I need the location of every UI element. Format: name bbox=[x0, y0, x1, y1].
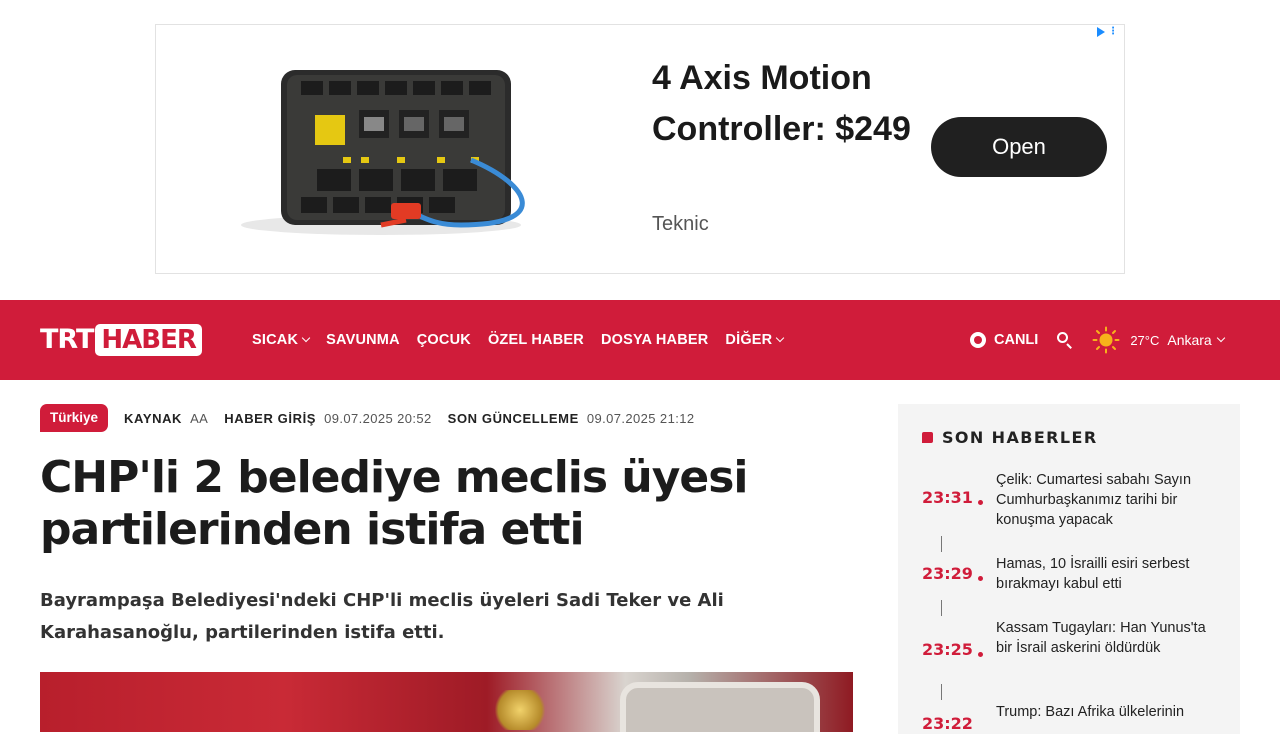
ad-product-image[interactable] bbox=[231, 65, 541, 240]
timeline-divider bbox=[941, 684, 942, 700]
chevron-down-icon bbox=[301, 333, 311, 343]
news-item[interactable]: 23:29 Hamas, 10 İsrailli esiri serbest b… bbox=[922, 554, 1222, 594]
live-label: CANLI bbox=[994, 332, 1039, 348]
live-dot-icon bbox=[970, 332, 986, 348]
latest-news-title: SON HABERLER bbox=[922, 428, 1098, 447]
news-dot-icon bbox=[978, 576, 983, 581]
search-icon[interactable] bbox=[1056, 331, 1074, 349]
ad-area: ⋮ 4 Axis Motion Controller: $249 Teknic … bbox=[0, 0, 1280, 300]
bullet-icon bbox=[922, 432, 933, 443]
news-headline[interactable]: Trump: Bazı Afrika ülkelerinin bbox=[996, 702, 1216, 722]
news-time: 23:22 bbox=[922, 714, 973, 733]
ad-banner[interactable]: ⋮ 4 Axis Motion Controller: $249 Teknic … bbox=[155, 24, 1125, 274]
published-date: 09.07.2025 20:52 bbox=[324, 410, 432, 426]
main-nav: SICAK SAVUNMA ÇOCUK ÖZEL HABER DOSYA HAB… bbox=[252, 300, 800, 380]
article-image[interactable] bbox=[40, 672, 853, 732]
nav-label: DOSYA HABER bbox=[600, 332, 709, 348]
news-time: 23:25 bbox=[922, 640, 973, 659]
sun-icon bbox=[1092, 326, 1120, 354]
news-headline[interactable]: Çelik: Cumartesi sabahı Sayın Cumhurbaşk… bbox=[996, 470, 1216, 530]
article-title: CHP'li 2 belediye meclis üyesi partileri… bbox=[40, 452, 749, 555]
article-meta: Türkiye KAYNAK AA HABER GİRİŞ 09.07.2025… bbox=[40, 404, 710, 432]
temperature: 27°C bbox=[1130, 332, 1160, 348]
source-label: KAYNAK bbox=[124, 410, 183, 426]
chevron-down-icon bbox=[776, 333, 785, 343]
updated-date: 09.07.2025 21:12 bbox=[586, 410, 695, 426]
ad-open-button[interactable]: Open bbox=[931, 117, 1107, 177]
news-item[interactable]: 23:25 Kassam Tugayları: Han Yunus'ta bir… bbox=[922, 618, 1222, 678]
nav-label: ÇOCUK bbox=[416, 332, 471, 348]
nav-label: ÖZEL HABER bbox=[487, 332, 584, 348]
source-value: AA bbox=[190, 410, 209, 426]
header-tools: CANLI 27°C Ankara bbox=[970, 300, 1225, 380]
ad-headline[interactable]: 4 Axis Motion Controller: $249 bbox=[652, 53, 912, 155]
nav-item-sicak[interactable]: SICAK bbox=[252, 332, 311, 348]
article-lead: Bayrampaşa Belediyesi'ndeki CHP'li mecli… bbox=[40, 590, 724, 643]
news-headline[interactable]: Hamas, 10 İsrailli esiri serbest bırakma… bbox=[996, 554, 1216, 594]
site-header: TRT HABER SICAK SAVUNMA ÇOCUK ÖZEL HABER… bbox=[0, 300, 1280, 380]
news-headline[interactable]: Kassam Tugayları: Han Yunus'ta bir İsrai… bbox=[996, 618, 1216, 658]
news-time: 23:31 bbox=[922, 488, 973, 507]
logo-haber-text: HABER bbox=[95, 324, 202, 356]
nav-item-cocuk[interactable]: ÇOCUK bbox=[417, 332, 471, 348]
latest-news-sidebar: SON HABERLER 23:31 Çelik: Cumartesi saba… bbox=[898, 404, 1240, 734]
nav-item-ozel-haber[interactable]: ÖZEL HABER bbox=[488, 332, 584, 348]
nav-item-dosya-haber[interactable]: DOSYA HABER bbox=[601, 332, 708, 348]
timeline-divider bbox=[941, 536, 942, 552]
latest-news-label: SON HABERLER bbox=[942, 428, 1098, 447]
trt-haber-logo[interactable]: TRT HABER bbox=[40, 324, 202, 356]
nav-item-diger[interactable]: DİĞER bbox=[725, 332, 785, 348]
category-badge[interactable]: Türkiye bbox=[40, 404, 109, 432]
news-dot-icon bbox=[978, 500, 983, 505]
ad-brand[interactable]: Teknic bbox=[652, 213, 709, 236]
nav-label: SAVUNMA bbox=[326, 332, 400, 348]
news-item[interactable]: 23:22 Trump: Bazı Afrika ülkelerinin bbox=[922, 702, 1222, 742]
updated-label: SON GÜNCELLEME bbox=[447, 410, 579, 426]
city-selector[interactable]: Ankara bbox=[1167, 332, 1225, 348]
timeline-divider bbox=[941, 600, 942, 616]
news-item[interactable]: 23:31 Çelik: Cumartesi sabahı Sayın Cumh… bbox=[922, 470, 1222, 530]
city-label: Ankara bbox=[1167, 332, 1212, 348]
news-time: 23:29 bbox=[922, 564, 973, 583]
news-dot-icon bbox=[978, 652, 983, 657]
adchoices-icon[interactable]: ⋮ bbox=[1097, 27, 1118, 37]
live-button[interactable]: CANLI bbox=[970, 332, 1038, 348]
logo-trt-text: TRT bbox=[40, 324, 94, 355]
published-label: HABER GİRİŞ bbox=[224, 410, 317, 426]
nav-label: SICAK bbox=[252, 332, 299, 348]
nav-item-savunma[interactable]: SAVUNMA bbox=[326, 332, 400, 348]
nav-label: DİĞER bbox=[725, 332, 773, 348]
chevron-down-icon bbox=[1216, 333, 1225, 343]
